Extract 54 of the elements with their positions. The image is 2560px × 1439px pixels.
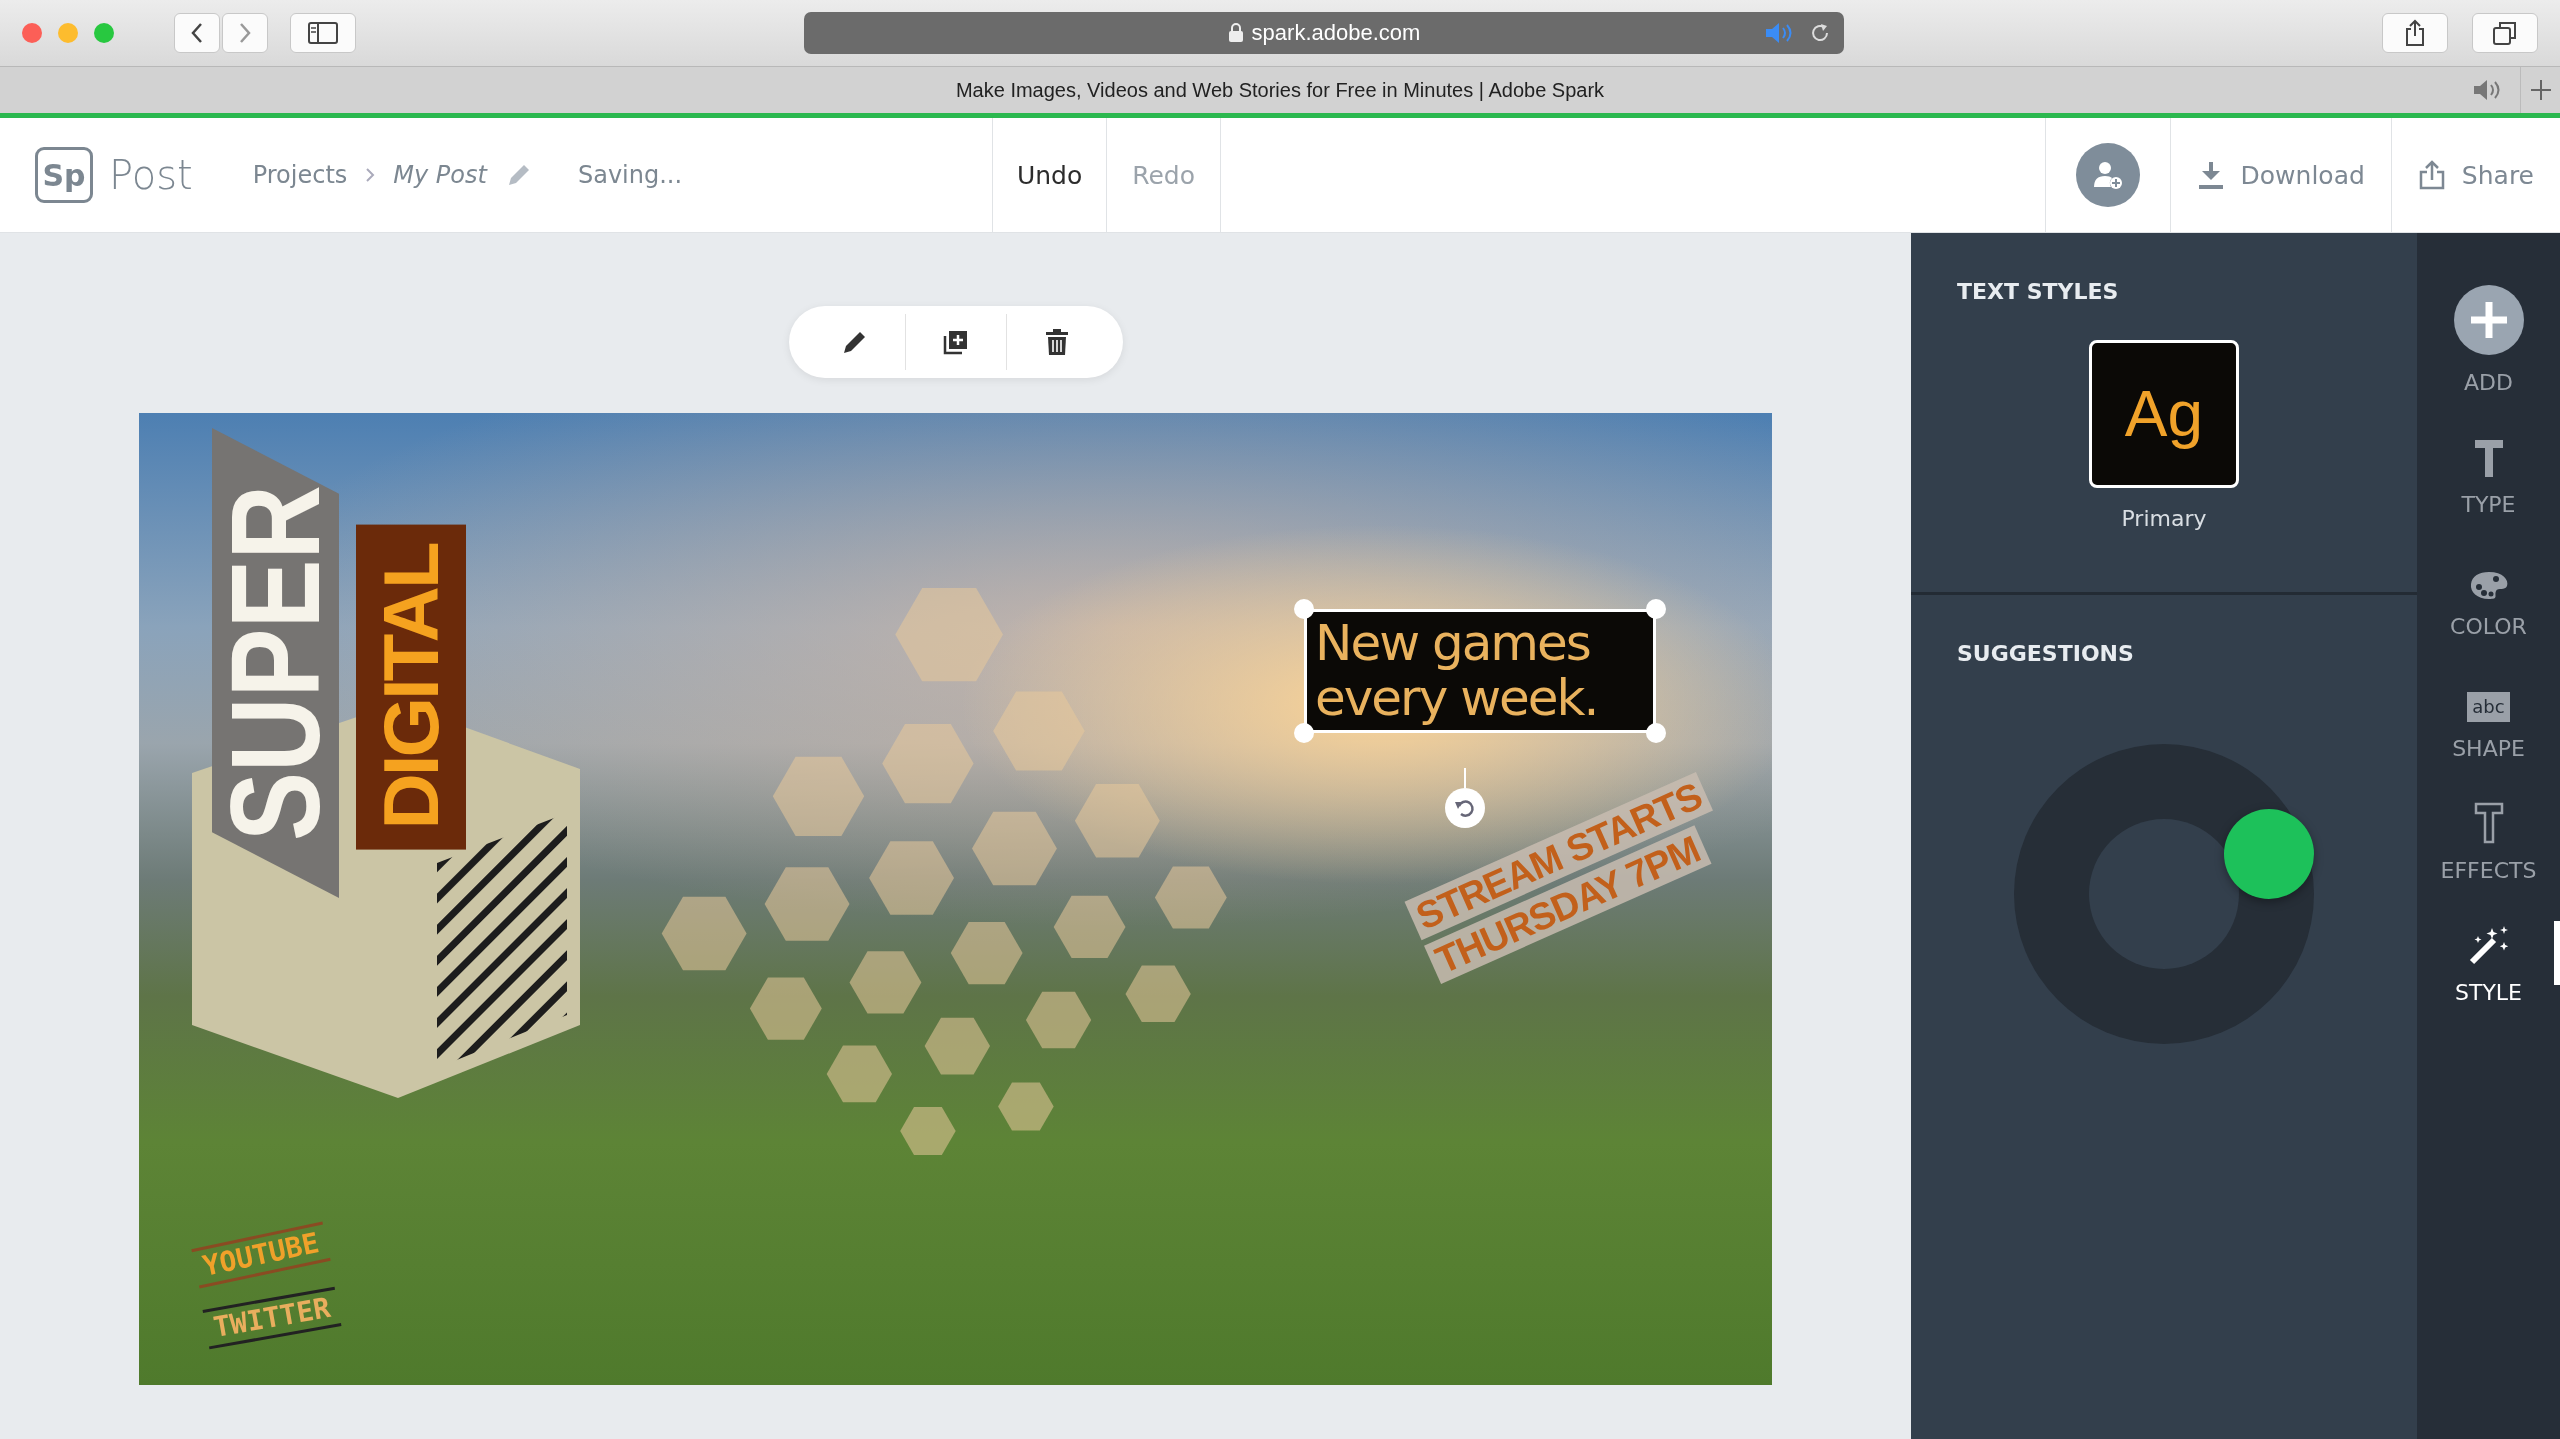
- add-tab[interactable]: ADD: [2417, 265, 2560, 395]
- resize-handle[interactable]: [1294, 599, 1314, 619]
- chevron-right-icon: [365, 167, 376, 183]
- share-button[interactable]: [2382, 13, 2448, 53]
- section-title: SUGGESTIONS: [1957, 641, 2135, 666]
- palette-icon: [2468, 570, 2509, 600]
- effects-tab[interactable]: EFFECTS: [2417, 779, 2560, 883]
- sidebar-icon: [308, 22, 338, 44]
- magic-wand-icon: [2467, 924, 2510, 966]
- logo-mark[interactable]: Sp: [35, 147, 93, 203]
- product-name: Post: [109, 152, 193, 198]
- share-icon: [2404, 19, 2426, 47]
- forward-icon: [238, 21, 252, 45]
- back-icon: [190, 21, 204, 45]
- plus-icon: [2452, 284, 2525, 356]
- vertical-title: SUPER: [213, 485, 339, 841]
- text-style-name: Primary: [2121, 506, 2207, 531]
- color-tab[interactable]: COLOR: [2417, 535, 2560, 639]
- save-status: Saving...: [577, 161, 683, 189]
- social-tag-text: TWITTER: [202, 1286, 342, 1350]
- share-icon: [2417, 160, 2446, 190]
- type-tab[interactable]: TYPE: [2417, 413, 2560, 517]
- rotate-handle[interactable]: [1445, 788, 1485, 828]
- leader-line: [1464, 768, 1466, 788]
- projects-link[interactable]: Projects: [252, 161, 348, 189]
- section-title: TEXT STYLES: [1957, 279, 2120, 304]
- headline-text-box[interactable]: New games every week.: [1304, 609, 1656, 733]
- tab-title[interactable]: Make Images, Videos and Web Stories for Free in Minutes | Adobe Spark: [955, 78, 1605, 102]
- download-icon: [2196, 160, 2225, 190]
- selection-indicator: [2554, 921, 2560, 985]
- back-button[interactable]: [174, 13, 220, 53]
- project-title[interactable]: My Post: [393, 161, 487, 189]
- outlined-t-icon: [2473, 802, 2504, 844]
- download-button[interactable]: Download: [2169, 118, 2391, 232]
- undo-button[interactable]: Undo: [993, 118, 1108, 232]
- tabs-button[interactable]: [2472, 13, 2538, 53]
- social-tag-text: YOUTUBE: [191, 1221, 331, 1289]
- sidebar-button[interactable]: [290, 13, 356, 53]
- address-bar[interactable]: spark.adobe.com: [804, 12, 1844, 54]
- lock-icon: [1227, 23, 1244, 43]
- text-style-swatch[interactable]: Ag: [2089, 340, 2239, 488]
- style-tab[interactable]: STYLE: [2417, 901, 2560, 1005]
- plus-icon: [2529, 79, 2552, 101]
- resize-handle[interactable]: [1646, 599, 1666, 619]
- headline-text: New games every week.: [1315, 616, 1599, 726]
- abc-box-icon: abc: [2467, 692, 2510, 722]
- url-text: spark.adobe.com: [1251, 20, 1421, 46]
- share-button[interactable]: Share: [2390, 118, 2560, 232]
- resize-handle[interactable]: [1294, 723, 1314, 743]
- tabs-icon: [2492, 20, 2518, 46]
- letter-t-icon: [2473, 438, 2504, 478]
- resize-handle[interactable]: [1646, 723, 1666, 743]
- shape-tab[interactable]: abc SHAPE: [2417, 657, 2560, 761]
- vertical-subtitle: DIGITAL: [356, 524, 466, 850]
